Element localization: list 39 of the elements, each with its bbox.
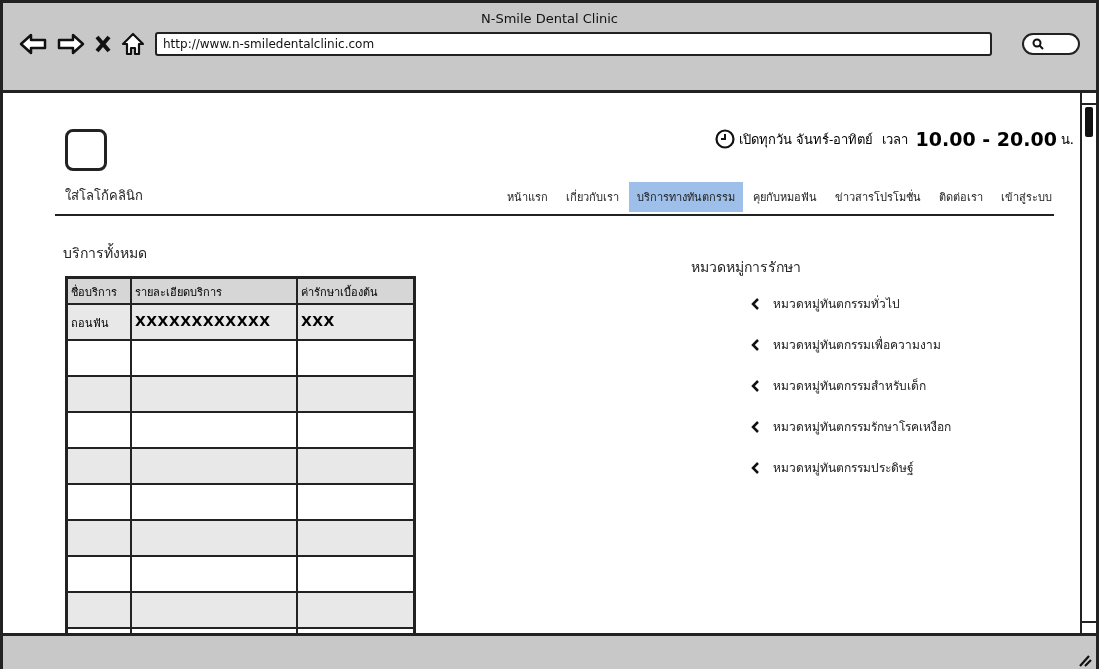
home-icon[interactable] (121, 32, 145, 56)
forward-icon[interactable] (57, 33, 85, 55)
nav-tab[interactable]: ข่าวสารโปรโมชั่น (827, 182, 929, 212)
table-cell-text: XXX (300, 312, 336, 331)
chevron-left-icon (751, 297, 759, 310)
scrollbar[interactable] (1080, 93, 1096, 633)
category-link[interactable]: หมวดหมู่ทันตกรรมรักษาโรคเหงือก (773, 417, 951, 436)
chevron-left-icon (751, 461, 759, 474)
category-link[interactable]: หมวดหมู่ทันตกรรมเพื่อความงาม (773, 335, 941, 354)
section-title: หมวดหมู่การรักษา (691, 258, 802, 278)
back-icon[interactable] (19, 33, 47, 55)
window-title: N-Smile Dental Clinic (479, 10, 619, 26)
chevron-left-icon (751, 338, 759, 351)
nav-tab[interactable]: เกี่ยวกับเรา (558, 182, 627, 212)
hours-time: 10.00 - 20.00 (915, 128, 1057, 150)
chevron-left-icon (751, 420, 759, 433)
column-header: ค่ารักษาเบื้องต้น (300, 284, 379, 301)
clock-icon (714, 129, 735, 149)
table-cell: XXXXXXXXXXXX (132, 305, 298, 339)
table-cell: ถอนฟัน (68, 305, 132, 339)
hours-unit: น. (1060, 130, 1074, 149)
category-link[interactable]: หมวดหมู่ทันตกรรมสำหรับเด็ก (773, 376, 926, 395)
address-field[interactable]: http://www.n-smiledentalclinic.com (155, 32, 992, 56)
nav-tab[interactable]: เข้าสู่ระบบ (993, 182, 1060, 212)
search-field[interactable] (1022, 33, 1080, 55)
nav-tab[interactable]: คุยกับหมอฟัน (745, 182, 825, 212)
chevron-left-icon (751, 379, 759, 392)
logo-caption: ใส่โลโก้คลินิก (65, 187, 143, 205)
close-icon[interactable] (95, 35, 111, 53)
hours-label: เปิดทุกวัน จันทร์-อาทิตย์ เวลา (738, 130, 908, 150)
search-icon (1032, 38, 1044, 50)
section-title: บริการทั้งหมด (63, 242, 148, 263)
resize-grip-icon[interactable] (1076, 653, 1092, 667)
nav-tab[interactable]: หน้าแรก (499, 182, 556, 212)
category-link[interactable]: หมวดหมู่ทันตกรรมประดิษฐ์ (773, 458, 914, 477)
category-link[interactable]: หมวดหมู่ทันตกรรมทั่วไป (773, 294, 900, 313)
nav-tab[interactable]: ติดต่อเรา (931, 182, 991, 212)
nav-tab[interactable]: บริการทางทันตกรรม (629, 182, 743, 212)
logo-placeholder (65, 129, 107, 171)
